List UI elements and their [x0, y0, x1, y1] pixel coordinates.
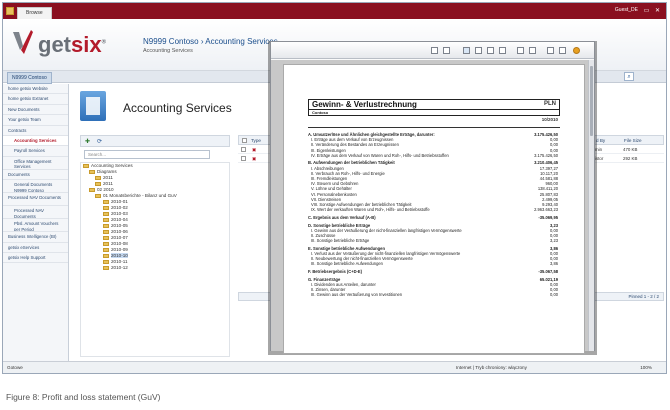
report-line: IV. Erträge aus dem Verkauf von Waren un…	[308, 153, 560, 158]
sidebar-item-payroll[interactable]: Payroll Services	[3, 146, 68, 157]
report-line-label: III. Gewinn aus der Veräußerung von Inve…	[311, 292, 403, 298]
sidebar-item-accounting[interactable]: Accounting Services	[3, 136, 68, 147]
column-file-size[interactable]: File Size	[624, 138, 642, 143]
report-line-label: III. Sonstige betriebliche Aufwendungen	[311, 261, 383, 267]
report-line-value: 3,23	[550, 238, 558, 244]
continuous-icon[interactable]	[487, 47, 494, 54]
report-line-value: 3,86	[550, 261, 558, 267]
report-line: C. Ergebnis aus dem Verkauf (A-B) -35.069…	[308, 215, 560, 220]
page-subtitle: Accounting Services	[143, 48, 193, 54]
tab-company[interactable]: N9999 Contoso	[7, 72, 52, 84]
report-page: Gewinn- & Verlustrechnung PLN Contoso 10…	[283, 64, 585, 354]
report-line: III. Sonstige betriebliche Aufwendungen 3…	[308, 261, 560, 266]
sidebar-item-vouchers[interactable]: Pbsl. Amount Vouchers per Period	[3, 219, 68, 233]
sidebar-item-bi[interactable]: Business Intelligence (BI)	[3, 232, 68, 243]
breadcrumb[interactable]: N9999 Contoso › Accounting Services	[143, 37, 278, 46]
report-period: 10/2010	[308, 116, 560, 128]
getsix-logo: getsix®	[38, 32, 106, 58]
user-name: Guest_DE	[614, 7, 638, 13]
cell-file-size: 292 KB	[623, 156, 638, 161]
report-line-value: -35.067,58	[538, 269, 558, 274]
sidebar-item-processed-nav[interactable]: Processed NAV Documents	[3, 193, 68, 207]
report-line-label: C. Ergebnis aus dem Verkauf (A-B)	[308, 214, 376, 220]
report-line-value: 3.175.426,50	[534, 152, 558, 158]
report-line: IX. Wert der verkauften Waren und Roh-, …	[308, 207, 560, 212]
report-line-label: III. Sonstige betriebliche Erträge	[311, 238, 370, 244]
browser-titlebar: Browse Guest_DE ▭ ✕	[3, 3, 666, 19]
security-zone: Internet | Tryb chroniony: włączony	[456, 365, 527, 370]
logo-registered: ®	[101, 39, 107, 46]
row-checkbox[interactable]	[241, 147, 246, 152]
close-viewer-icon[interactable]	[573, 47, 580, 54]
pager-text[interactable]: Pinned 1 - 2 / 2	[628, 294, 659, 299]
report-line-label: IV. Erträge aus dem Verkauf von Waren un…	[311, 152, 449, 158]
sidebar-item-eservices[interactable]: getsix eServices	[3, 243, 68, 254]
sidebar-item-office-management[interactable]: Office Management Services	[3, 157, 68, 170]
search-icon[interactable]: ⌕	[624, 72, 634, 81]
fit-width-icon[interactable]	[499, 47, 506, 54]
getsix-logo-icon	[13, 30, 33, 54]
browser-statusbar: Gotowe Internet | Tryb chroniony: włączo…	[3, 361, 666, 373]
single-page-icon[interactable]	[463, 47, 470, 54]
logo-six: six	[71, 32, 102, 57]
sidebar-item-new-documents[interactable]: New Documents	[3, 105, 68, 116]
app-icon	[6, 7, 14, 15]
refresh-icon[interactable]: ⟳	[97, 138, 102, 145]
two-page-icon[interactable]	[475, 47, 482, 54]
search-input[interactable]: Search...	[84, 150, 210, 159]
report-line-label: F. Betriebsergebnis (C+D-E)	[308, 269, 363, 274]
accounting-services-icon	[80, 91, 106, 121]
report-line: III. Gewinn aus der Veräußerung von Inve…	[308, 292, 560, 297]
zoom-out-icon[interactable]	[517, 47, 524, 54]
prev-page-icon[interactable]	[431, 47, 438, 54]
report-line-value: 2.963.663,23	[534, 207, 558, 213]
tree-node[interactable]: 2010-12	[81, 265, 229, 271]
cell-file-size: 470 KB	[623, 147, 638, 152]
print-icon[interactable]	[547, 47, 554, 54]
column-type[interactable]: Type	[251, 138, 261, 143]
zoom-level[interactable]: 100%	[640, 365, 652, 370]
status-text: Gotowe	[7, 365, 23, 370]
sidebar-item-team[interactable]: Your getsix Team	[3, 115, 68, 126]
figure-caption: Figure 8: Profit and loss statement (GuV…	[6, 392, 161, 402]
logo-get: get	[38, 32, 71, 57]
page-title: Accounting Services	[123, 101, 232, 115]
report-line-value: 0,00	[550, 292, 558, 298]
add-folder-icon[interactable]: ✚	[85, 138, 90, 145]
report-lines: A. Umsatzerlöse und Ähnlichen gleichgest…	[308, 132, 560, 297]
report-line-value: -35.069,95	[538, 214, 558, 220]
document-viewer: Gewinn- & Verlustrechnung PLN Contoso 10…	[270, 41, 595, 354]
sidebar-item-help[interactable]: getsix Help Support	[3, 253, 68, 264]
report-line: F. Betriebsergebnis (C+D-E) -35.067,58	[308, 269, 560, 274]
row-checkbox[interactable]	[241, 156, 246, 161]
sidebar: home getsix Website home getsix Extranet…	[3, 84, 69, 362]
document-canvas: Gewinn- & Verlustrechnung PLN Contoso 10…	[271, 60, 594, 354]
save-icon[interactable]	[559, 47, 566, 54]
tree-toolbar: ✚ ⟳	[80, 135, 230, 147]
report-company: Contoso	[308, 109, 560, 116]
report-line-label: IX. Wert der verkauften Waren und Roh-, …	[311, 207, 430, 213]
folder-tree: Accounting Services Diagrams 2011 2011 0…	[80, 162, 230, 357]
select-all-checkbox[interactable]	[242, 138, 247, 143]
next-page-icon[interactable]	[443, 47, 450, 54]
sidebar-item-general-documents[interactable]: General Documents N9999 Contoso	[3, 180, 68, 194]
report-currency: PLN	[544, 101, 556, 107]
report-title: Gewinn- & Verlustrechnung	[312, 100, 417, 109]
pdf-icon: ▣	[252, 156, 257, 161]
zoom-in-icon[interactable]	[529, 47, 536, 54]
pdf-icon: ▣	[252, 147, 257, 152]
sidebar-item-website[interactable]: home getsix Website	[3, 84, 68, 95]
sidebar-item-processed-nav-sub[interactable]: Processed NAV Documents	[3, 206, 68, 220]
viewer-toolbar	[271, 42, 594, 59]
report-line: III. Sonstige betriebliche Erträge 3,23	[308, 238, 560, 243]
viewer-scrollbar[interactable]	[588, 60, 594, 351]
window-controls[interactable]: ▭ ✕	[644, 7, 662, 14]
sidebar-item-contracts[interactable]: Contracts	[3, 126, 68, 137]
sidebar-item-extranet[interactable]: home getsix Extranet	[3, 94, 68, 105]
browser-tab[interactable]: Browse	[17, 7, 52, 19]
column-modified-by[interactable]: d By	[596, 138, 605, 143]
sidebar-item-documents[interactable]: Documents	[3, 170, 68, 181]
report-header: Gewinn- & Verlustrechnung PLN	[308, 99, 560, 109]
